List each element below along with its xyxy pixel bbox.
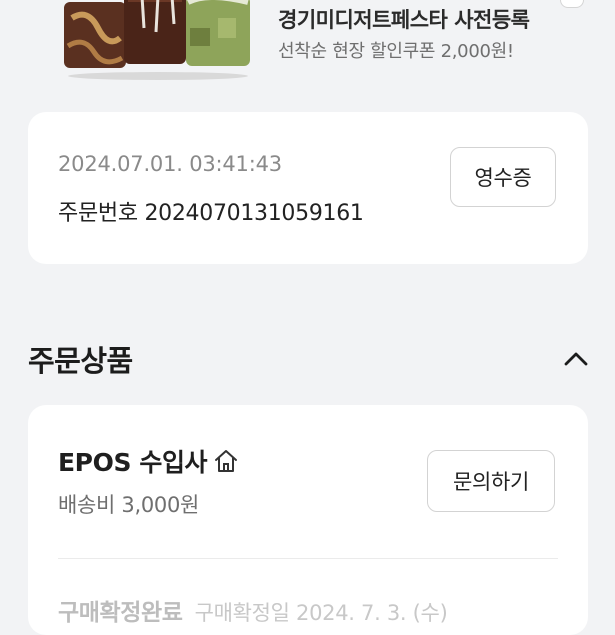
promo-banner[interactable]: 경기미디저트페스타 사전등록 선착순 현장 할인쿠폰 2,000원! [0,0,615,90]
confirm-date: 구매확정일 2024. 7. 3. (수) [194,601,448,625]
banner-title: 경기미디저트페스타 사전등록 [278,8,530,32]
order-product-card: EPOS 수입사 배송비 3,000원 문의하기 구매확정완료 구매확정일 20… [28,405,588,635]
status-label: 구매확정완료 [58,600,183,626]
seller-row[interactable]: EPOS 수입사 [58,443,239,479]
order-datetime: 2024.07.01. 03:41:43 [58,152,282,176]
receipt-button[interactable]: 영수증 [450,147,556,207]
banner-button[interactable] [560,0,584,8]
seller-name[interactable]: EPOS 수입사 [58,443,208,479]
section-title: 주문상품 [28,344,133,378]
divider [58,558,558,559]
home-icon[interactable] [213,448,239,474]
order-info-card: 2024.07.01. 03:41:43 주문번호 20240701310591… [28,112,588,264]
order-status-row: 구매확정완료 구매확정일 2024. 7. 3. (수) [58,593,448,627]
shipping-fee: 배송비 3,000원 [58,493,200,517]
dessert-cake-image [64,0,250,80]
banner-subtitle: 선착순 현장 할인쿠폰 2,000원! [278,41,514,62]
chevron-up-icon[interactable] [562,345,590,373]
order-number: 주문번호 2024070131059161 [58,201,364,226]
inquiry-button[interactable]: 문의하기 [427,450,555,512]
